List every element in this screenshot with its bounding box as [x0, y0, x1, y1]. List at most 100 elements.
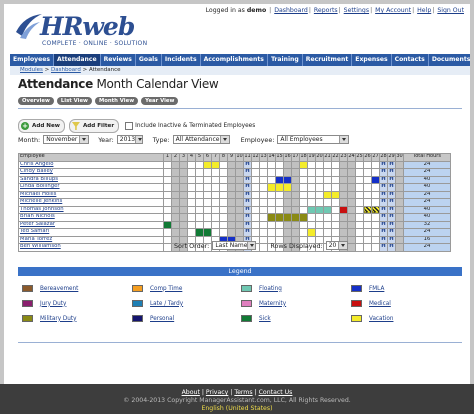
attendance-entry[interactable] [203, 160, 212, 169]
day-cell[interactable] [315, 228, 324, 237]
day-cell[interactable] [275, 160, 284, 169]
day-cell[interactable] [219, 228, 228, 237]
day-cell[interactable]: H [379, 235, 388, 244]
day-cell[interactable] [163, 235, 172, 244]
day-cell[interactable] [339, 175, 348, 184]
day-cell[interactable] [291, 183, 300, 192]
tab-training[interactable]: Training [268, 54, 303, 66]
attendance-entry[interactable] [275, 183, 284, 192]
employee-link[interactable]: Maria Torrez [20, 237, 52, 242]
day-cell[interactable] [251, 213, 260, 222]
day-cell[interactable] [275, 220, 284, 229]
day-cell[interactable]: H [379, 183, 388, 192]
employee-select[interactable]: All Employees [277, 135, 350, 144]
day-cell[interactable] [211, 213, 220, 222]
day-cell[interactable] [347, 243, 356, 252]
day-cell[interactable] [211, 190, 220, 199]
day-cell[interactable] [331, 183, 340, 192]
legend-link[interactable]: Military Duty [40, 316, 76, 322]
day-cell[interactable] [163, 160, 172, 169]
day-cell[interactable] [203, 175, 212, 184]
day-cell[interactable] [211, 228, 220, 237]
employee-link[interactable]: Thomas Johnson [20, 207, 64, 212]
attendance-entry[interactable] [331, 190, 340, 199]
day-cell[interactable] [179, 183, 188, 192]
day-cell[interactable] [331, 220, 340, 229]
day-cell[interactable] [371, 213, 380, 222]
tab-employees[interactable]: Employees [10, 54, 55, 66]
reports-link[interactable]: Reports [314, 7, 338, 14]
day-cell[interactable] [283, 198, 292, 207]
day-cell[interactable] [203, 198, 212, 207]
day-cell[interactable] [195, 183, 204, 192]
day-cell[interactable] [371, 168, 380, 177]
day-cell[interactable] [171, 175, 180, 184]
attendance-entry[interactable] [275, 175, 284, 184]
day-cell[interactable] [331, 198, 340, 207]
hrweb-logo[interactable]: HRweb COMPLETE · ONLINE · SOLUTION [14, 12, 154, 48]
day-cell[interactable] [371, 190, 380, 199]
day-cell[interactable] [211, 220, 220, 229]
day-cell[interactable] [283, 205, 292, 214]
day-cell[interactable] [307, 160, 316, 169]
day-cell[interactable] [339, 190, 348, 199]
day-cell[interactable] [339, 160, 348, 169]
day-cell[interactable] [395, 175, 404, 184]
day-cell[interactable] [283, 220, 292, 229]
day-cell[interactable] [267, 175, 276, 184]
day-cell[interactable]: H [387, 220, 396, 229]
tab-documents[interactable]: Documents [429, 54, 474, 66]
legend-link[interactable]: Floating [259, 286, 282, 292]
day-cell[interactable] [371, 228, 380, 237]
day-cell[interactable] [315, 175, 324, 184]
day-cell[interactable] [323, 228, 332, 237]
day-cell[interactable] [187, 190, 196, 199]
day-cell[interactable] [227, 183, 236, 192]
day-cell[interactable] [227, 205, 236, 214]
day-cell[interactable] [203, 220, 212, 229]
day-cell[interactable] [283, 160, 292, 169]
day-cell[interactable] [163, 213, 172, 222]
day-cell[interactable] [347, 198, 356, 207]
day-cell[interactable] [331, 228, 340, 237]
about-link[interactable]: About [182, 389, 200, 396]
day-cell[interactable] [371, 235, 380, 244]
employee-link[interactable]: Michael Hollis [20, 192, 56, 197]
day-cell[interactable] [339, 228, 348, 237]
legend-link[interactable]: Late / Tardy [150, 301, 183, 307]
language-link[interactable]: English (United States) [0, 405, 474, 412]
day-cell[interactable] [219, 213, 228, 222]
day-cell[interactable] [363, 213, 372, 222]
day-cell[interactable] [355, 168, 364, 177]
day-cell[interactable] [363, 243, 372, 252]
day-cell[interactable]: H [243, 190, 252, 199]
day-cell[interactable] [363, 190, 372, 199]
day-cell[interactable] [315, 198, 324, 207]
day-cell[interactable]: H [387, 228, 396, 237]
legend-link[interactable]: Vacation [369, 316, 393, 322]
sign-out-link[interactable]: Sign Out [437, 7, 464, 14]
attendance-entry[interactable] [339, 205, 348, 214]
day-cell[interactable] [331, 213, 340, 222]
day-cell[interactable] [235, 160, 244, 169]
day-cell[interactable] [211, 183, 220, 192]
day-cell[interactable] [363, 183, 372, 192]
day-cell[interactable]: H [379, 198, 388, 207]
day-cell[interactable] [323, 213, 332, 222]
day-cell[interactable] [259, 205, 268, 214]
day-cell[interactable] [235, 175, 244, 184]
day-cell[interactable] [267, 190, 276, 199]
attendance-entry[interactable] [291, 213, 300, 222]
day-cell[interactable]: H [379, 220, 388, 229]
day-cell[interactable] [323, 175, 332, 184]
employee-link[interactable]: Cindy Bailey [20, 169, 53, 174]
day-cell[interactable]: H [243, 168, 252, 177]
tab-incidents[interactable]: Incidents [162, 54, 201, 66]
day-cell[interactable] [371, 183, 380, 192]
day-cell[interactable] [299, 183, 308, 192]
attendance-entry[interactable] [195, 228, 204, 237]
day-cell[interactable] [179, 220, 188, 229]
attendance-entry[interactable] [299, 160, 308, 169]
day-cell[interactable] [339, 198, 348, 207]
day-cell[interactable] [163, 190, 172, 199]
